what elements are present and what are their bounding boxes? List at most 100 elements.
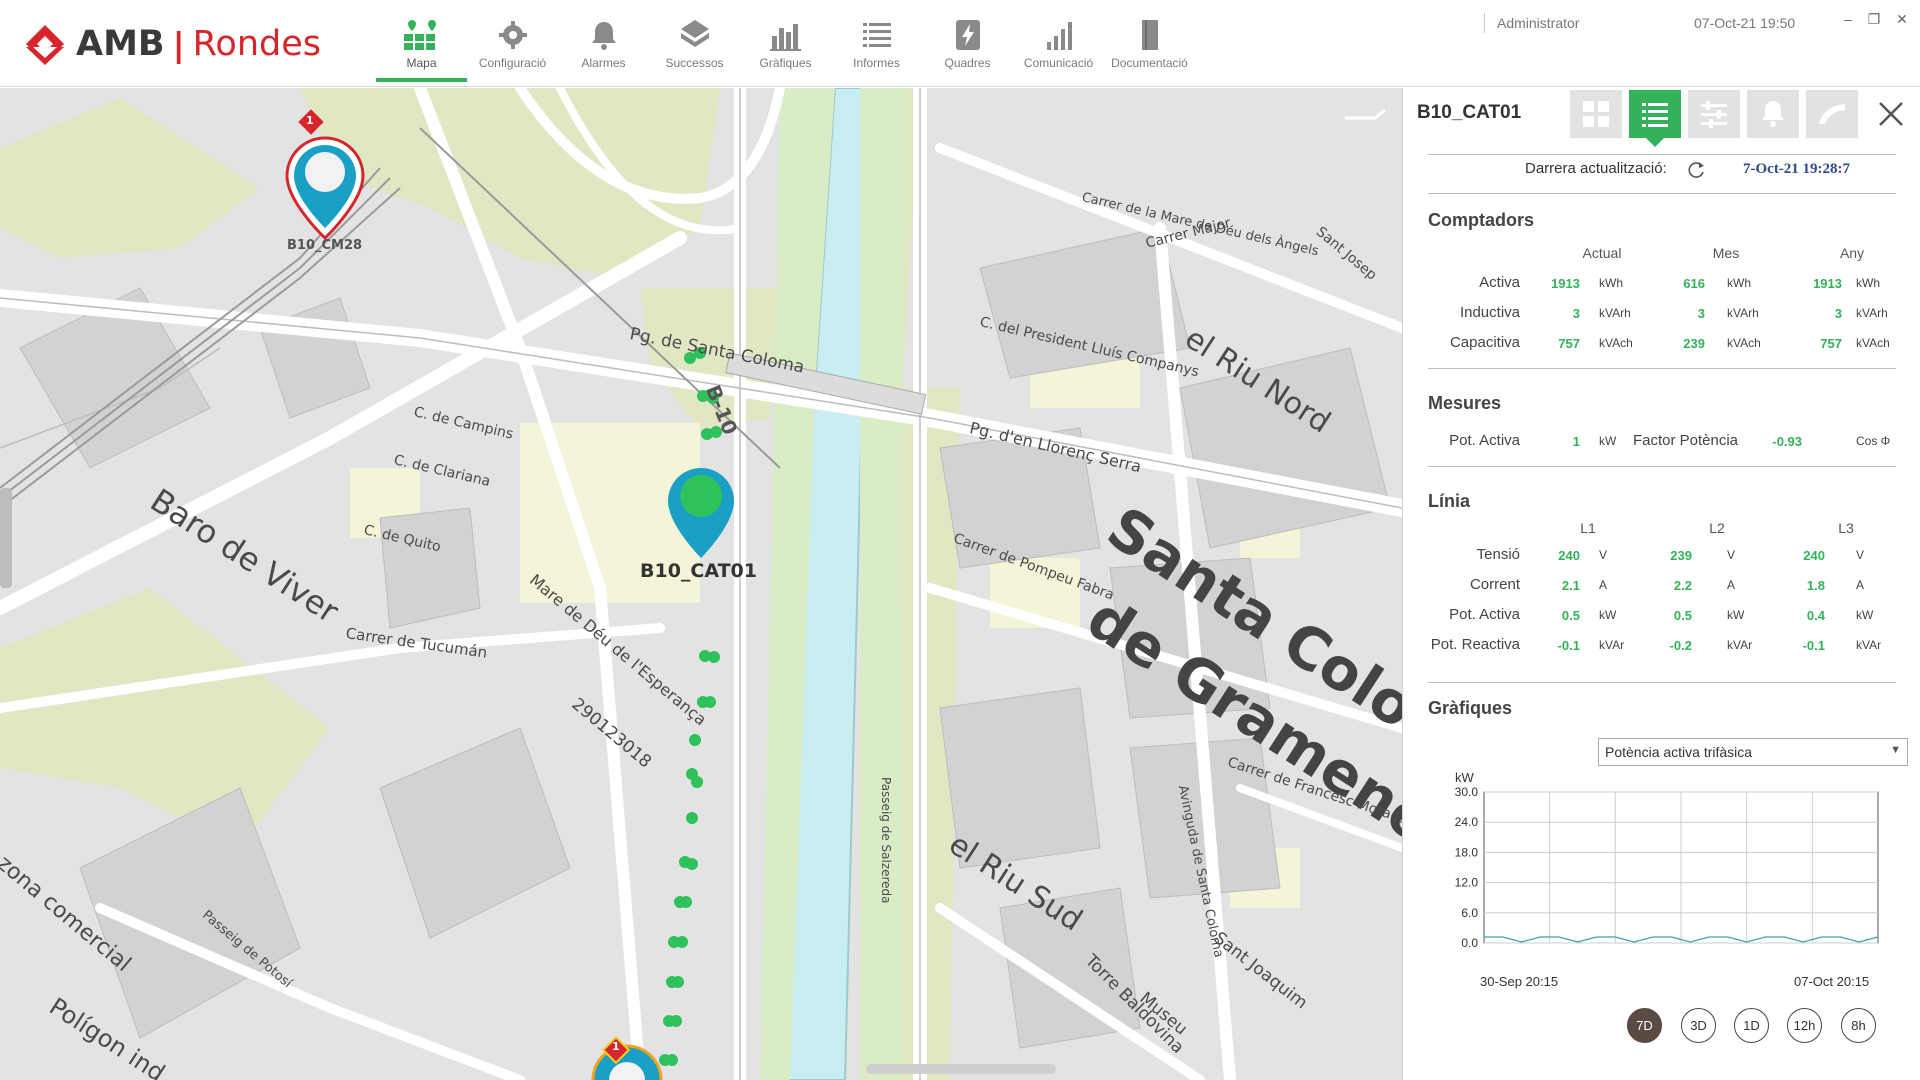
lightning-icon — [955, 20, 980, 50]
counter-value: 616 — [1683, 276, 1705, 291]
counter-value: 3 — [1697, 306, 1705, 321]
unit: kVAr — [1856, 638, 1882, 652]
unit: A — [1856, 578, 1865, 592]
nav-label: Informes — [853, 56, 900, 70]
brand-separator: | — [172, 24, 185, 64]
nav-item-mapa[interactable]: Mapa — [376, 0, 467, 82]
active-tool-pointer — [1646, 138, 1664, 147]
last-update-value: 7-Oct-21 19:28:7 — [1743, 161, 1851, 177]
pin-label: B10_CM28 — [287, 238, 363, 253]
column-header: Any — [1839, 245, 1865, 261]
tool-sliders-button[interactable] — [1688, 90, 1740, 138]
minimize-button[interactable]: – — [1836, 8, 1860, 30]
nav-item-informes[interactable]: Informes — [831, 0, 922, 82]
amb-logo-icon — [24, 25, 66, 65]
app-logo: AMB | Rondes — [24, 22, 321, 66]
last-update-label: Darrera actualització: — [1525, 160, 1667, 177]
map-view[interactable]: 1 B10_CM28 B10_CAT01 1 Pg. de Santa Colo… — [0, 88, 1402, 1080]
line-value: 240 — [1558, 548, 1580, 563]
bell-icon — [1762, 101, 1784, 127]
range-button-12h[interactable]: 12h — [1787, 1008, 1822, 1043]
bar-chart-icon — [769, 24, 801, 51]
row-label: Pot. Reactiva — [1430, 636, 1520, 653]
nav-item-quadres[interactable]: Quadres — [922, 0, 1013, 82]
chart-type-select[interactable]: Potència activa trifàsica ▼ — [1598, 738, 1908, 766]
map-label: Passeig de Salzereda — [879, 777, 893, 904]
events-icon — [680, 20, 709, 47]
unit: kWh — [1856, 276, 1880, 290]
unit: kVAch — [1856, 336, 1890, 350]
line-value: 240 — [1803, 548, 1825, 563]
chart-y-tick-label: 12.0 — [1455, 876, 1479, 890]
gear-icon — [498, 21, 527, 49]
nav-label: Gràfiques — [759, 56, 812, 70]
line-value: -0.2 — [1669, 638, 1692, 653]
chart-y-tick-label: 18.0 — [1455, 845, 1479, 859]
line-value: 2.2 — [1673, 578, 1692, 593]
chart-y-tick-label: 30.0 — [1455, 785, 1479, 799]
chart-y-tick-label: 0.0 — [1461, 936, 1478, 950]
unit: kVArh — [1599, 306, 1631, 320]
counter-value: 757 — [1558, 336, 1580, 351]
row-label: Capacitiva — [1449, 334, 1520, 351]
divider — [1428, 193, 1896, 194]
unit: kW — [1599, 434, 1617, 448]
unit: Cos Φ — [1856, 434, 1891, 448]
unit: kW — [1856, 608, 1874, 622]
divider — [1428, 154, 1896, 155]
brand-left: AMB — [76, 24, 165, 64]
section-comptadors-title: Comptadors — [1428, 210, 1535, 230]
device-panel: B10_CAT01 Darrera actualització: 7-Oct-2… — [1402, 88, 1920, 1080]
line-value: 1.8 — [1806, 578, 1825, 593]
restore-button[interactable]: ❐ — [1862, 8, 1886, 30]
line-value: -0.1 — [1802, 638, 1825, 653]
nav-item-comunicacio[interactable]: Comunicació — [1013, 0, 1104, 82]
range-button-8h[interactable]: 8h — [1841, 1008, 1876, 1043]
close-window-button[interactable]: ✕ — [1890, 8, 1914, 30]
counter-value: 1913 — [1551, 276, 1580, 291]
range-button-7d[interactable]: 7D — [1627, 1008, 1662, 1043]
unit: kVAch — [1599, 336, 1633, 350]
nav-item-grafiques[interactable]: Gràfiques — [740, 0, 831, 82]
column-header: Mes — [1712, 245, 1740, 261]
counter-value: 3 — [1834, 306, 1842, 321]
range-button-1d[interactable]: 1D — [1734, 1008, 1769, 1043]
panel-title: B10_CAT01 — [1417, 102, 1522, 123]
unit: A — [1727, 578, 1736, 592]
nav-item-documentacio[interactable]: Documentació — [1104, 0, 1195, 82]
refresh-icon[interactable] — [1687, 160, 1707, 180]
grid-icon — [1583, 101, 1609, 127]
nav-item-successos[interactable]: Successos — [649, 0, 740, 82]
nav-label: Configuració — [478, 56, 547, 70]
line-value: 2.1 — [1561, 578, 1580, 593]
pin-label: B10_CAT01 — [640, 560, 757, 582]
measure-value: -0.93 — [1772, 434, 1802, 449]
tool-grid-button[interactable] — [1570, 90, 1622, 138]
nav-item-configuracio[interactable]: Configuració — [467, 0, 558, 82]
row-label: Corrent — [1469, 576, 1520, 593]
range-button-3d[interactable]: 3D — [1681, 1008, 1716, 1043]
unit: kVAch — [1727, 336, 1761, 350]
unit: kVAr — [1727, 638, 1753, 652]
sliders-icon — [1701, 101, 1727, 128]
close-panel-icon[interactable] — [1875, 98, 1907, 130]
tool-list-button[interactable] — [1629, 90, 1681, 138]
section-linia-title: Línia — [1428, 491, 1471, 511]
divider — [1428, 466, 1896, 467]
line-value: -0.1 — [1557, 638, 1580, 653]
row-label: Pot. Activa — [1449, 606, 1520, 623]
line-value: 239 — [1670, 548, 1692, 563]
counter-value: 757 — [1820, 336, 1842, 351]
column-header: L1 — [1580, 520, 1596, 536]
unit: A — [1599, 578, 1608, 592]
tool-lamp-button[interactable] — [1806, 90, 1858, 138]
line-value: 0.5 — [1561, 608, 1580, 623]
top-bar: AMB | Rondes Mapa Configuració Alarmes S… — [0, 0, 1920, 87]
tool-alarm-button[interactable] — [1747, 90, 1799, 138]
brand-right: Rondes — [192, 24, 321, 64]
chart-x-label: 30-Sep 20:15 — [1480, 974, 1558, 989]
chart-y-tick-label: 24.0 — [1455, 815, 1479, 829]
lamp-icon — [1819, 104, 1845, 124]
column-header: L2 — [1709, 520, 1725, 536]
nav-item-alarmes[interactable]: Alarmes — [558, 0, 649, 82]
